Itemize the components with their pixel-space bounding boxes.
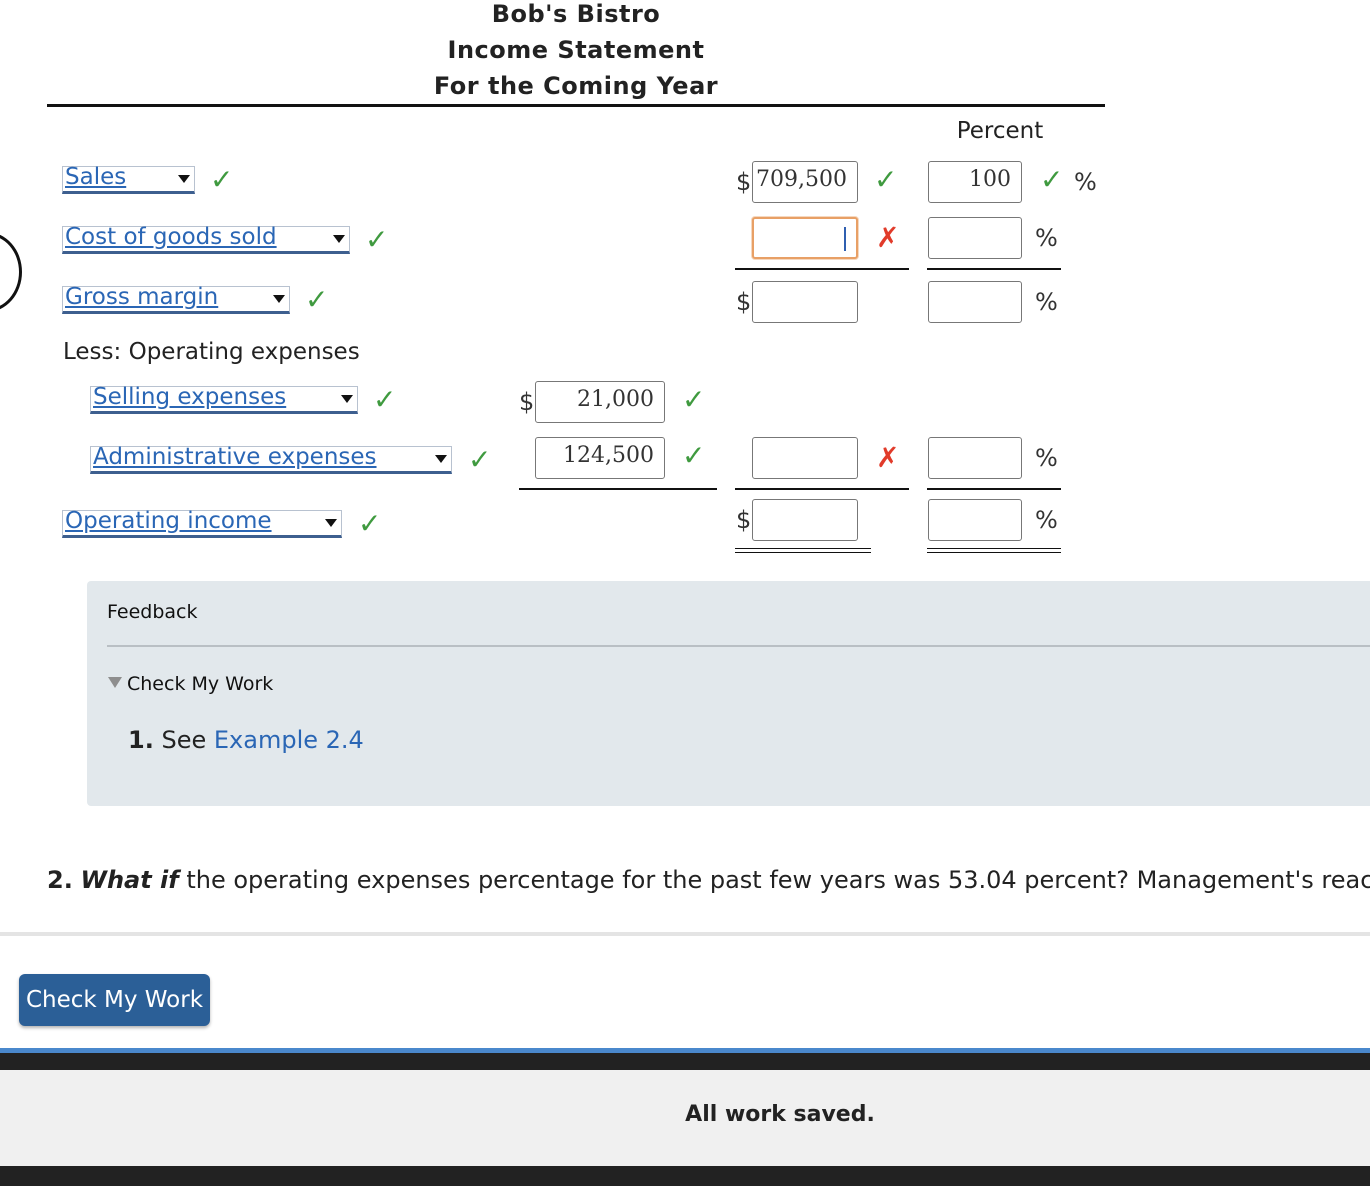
check-icon: ✓ (468, 443, 492, 476)
total-double-rule (927, 548, 1061, 553)
check-icon: ✓ (305, 283, 329, 316)
question-2: 2. What if the operating expenses percen… (47, 866, 1370, 894)
subtotal-rule (519, 488, 717, 490)
less-operating-expenses-label: Less: Operating expenses (63, 339, 360, 365)
feedback-panel (87, 581, 1370, 806)
operating-expenses-percent-input[interactable] (928, 437, 1022, 479)
percent-sign: % (1074, 168, 1097, 196)
feedback-divider (107, 645, 1370, 647)
operating-income-amount-input[interactable] (752, 499, 858, 541)
gross-margin-label-dropdown[interactable]: Gross margin (62, 284, 290, 314)
save-status: All work saved. (685, 1102, 875, 1127)
currency-sign: $ (736, 288, 752, 316)
total-double-rule (735, 548, 871, 553)
section-divider (0, 932, 1370, 936)
feedback-title: Feedback (107, 601, 198, 623)
chevron-down-icon (341, 395, 353, 403)
check-icon: ✓ (682, 383, 706, 416)
hint-text: See (161, 726, 207, 754)
cogs-percent-input[interactable] (928, 217, 1022, 259)
check-my-work-button[interactable]: Check My Work (19, 974, 210, 1026)
percent-sign: % (1035, 506, 1058, 534)
dropdown-label: Sales (65, 164, 127, 190)
dropdown-label: Selling expenses (93, 384, 287, 410)
header-rule (47, 104, 1105, 107)
example-link[interactable]: Example 2.4 (214, 726, 364, 754)
check-my-work-toggle[interactable]: Check My Work (127, 673, 273, 695)
check-icon: ✓ (210, 163, 234, 196)
cross-icon: ✗ (876, 221, 900, 254)
currency-sign: $ (736, 506, 752, 534)
percent-column-header: Percent (956, 118, 1044, 144)
cross-icon: ✗ (876, 441, 900, 474)
sales-amount-input[interactable]: 709,500 (752, 161, 858, 203)
operating-income-label-dropdown[interactable]: Operating income (62, 508, 342, 538)
dropdown-label: Cost of goods sold (65, 224, 277, 250)
percent-sign: % (1035, 444, 1058, 472)
selling-expenses-amount-input[interactable]: 21,000 (535, 381, 665, 423)
sales-label-dropdown[interactable]: Sales (62, 164, 195, 194)
subtotal-rule (735, 268, 909, 270)
gross-margin-amount-input[interactable] (752, 281, 858, 323)
feedback-hint: 1. See Example 2.4 (128, 726, 364, 754)
chevron-down-icon (273, 295, 285, 303)
check-icon: ✓ (358, 507, 382, 540)
percent-sign: % (1035, 224, 1058, 252)
edge-arc (0, 232, 22, 312)
hint-number: 1. (128, 726, 154, 754)
percent-sign: % (1035, 288, 1058, 316)
company-name: Bob's Bistro (491, 0, 661, 28)
dropdown-label: Gross margin (65, 284, 219, 310)
currency-sign: $ (736, 168, 752, 196)
question-emphasis: What if (80, 866, 179, 894)
check-icon: ✓ (373, 383, 397, 416)
chevron-down-icon (435, 455, 447, 463)
check-icon: ✓ (1040, 163, 1064, 196)
chevron-down-icon (325, 519, 337, 527)
subtotal-rule (927, 488, 1061, 490)
subtotal-rule (735, 488, 909, 490)
check-icon: ✓ (365, 223, 389, 256)
sales-percent-input[interactable]: 100 (928, 161, 1022, 203)
statement-period: For the Coming Year (433, 72, 719, 100)
admin-expenses-label-dropdown[interactable]: Administrative expenses (90, 444, 452, 474)
cogs-label-dropdown[interactable]: Cost of goods sold (62, 224, 350, 254)
disclosure-triangle-icon[interactable] (108, 677, 122, 688)
text-cursor (844, 227, 846, 251)
subtotal-rule (927, 268, 1061, 270)
status-bar-top (0, 1053, 1370, 1070)
currency-sign: $ (519, 388, 535, 416)
selling-expenses-label-dropdown[interactable]: Selling expenses (90, 384, 358, 414)
cogs-amount-input[interactable] (752, 217, 858, 259)
gross-margin-percent-input[interactable] (928, 281, 1022, 323)
admin-expenses-amount-input[interactable]: 124,500 (535, 437, 665, 479)
operating-income-percent-input[interactable] (928, 499, 1022, 541)
dropdown-label: Administrative expenses (93, 444, 377, 470)
chevron-down-icon (178, 175, 190, 183)
question-number: 2. (47, 866, 73, 894)
status-bar-bottom (0, 1166, 1370, 1186)
question-text: the operating expenses percentage for th… (186, 866, 1370, 894)
check-icon: ✓ (874, 163, 898, 196)
check-icon: ✓ (682, 439, 706, 472)
statement-title: Income Statement (447, 36, 705, 64)
total-operating-expenses-input[interactable] (752, 437, 858, 479)
dropdown-label: Operating income (65, 508, 272, 534)
chevron-down-icon (333, 235, 345, 243)
